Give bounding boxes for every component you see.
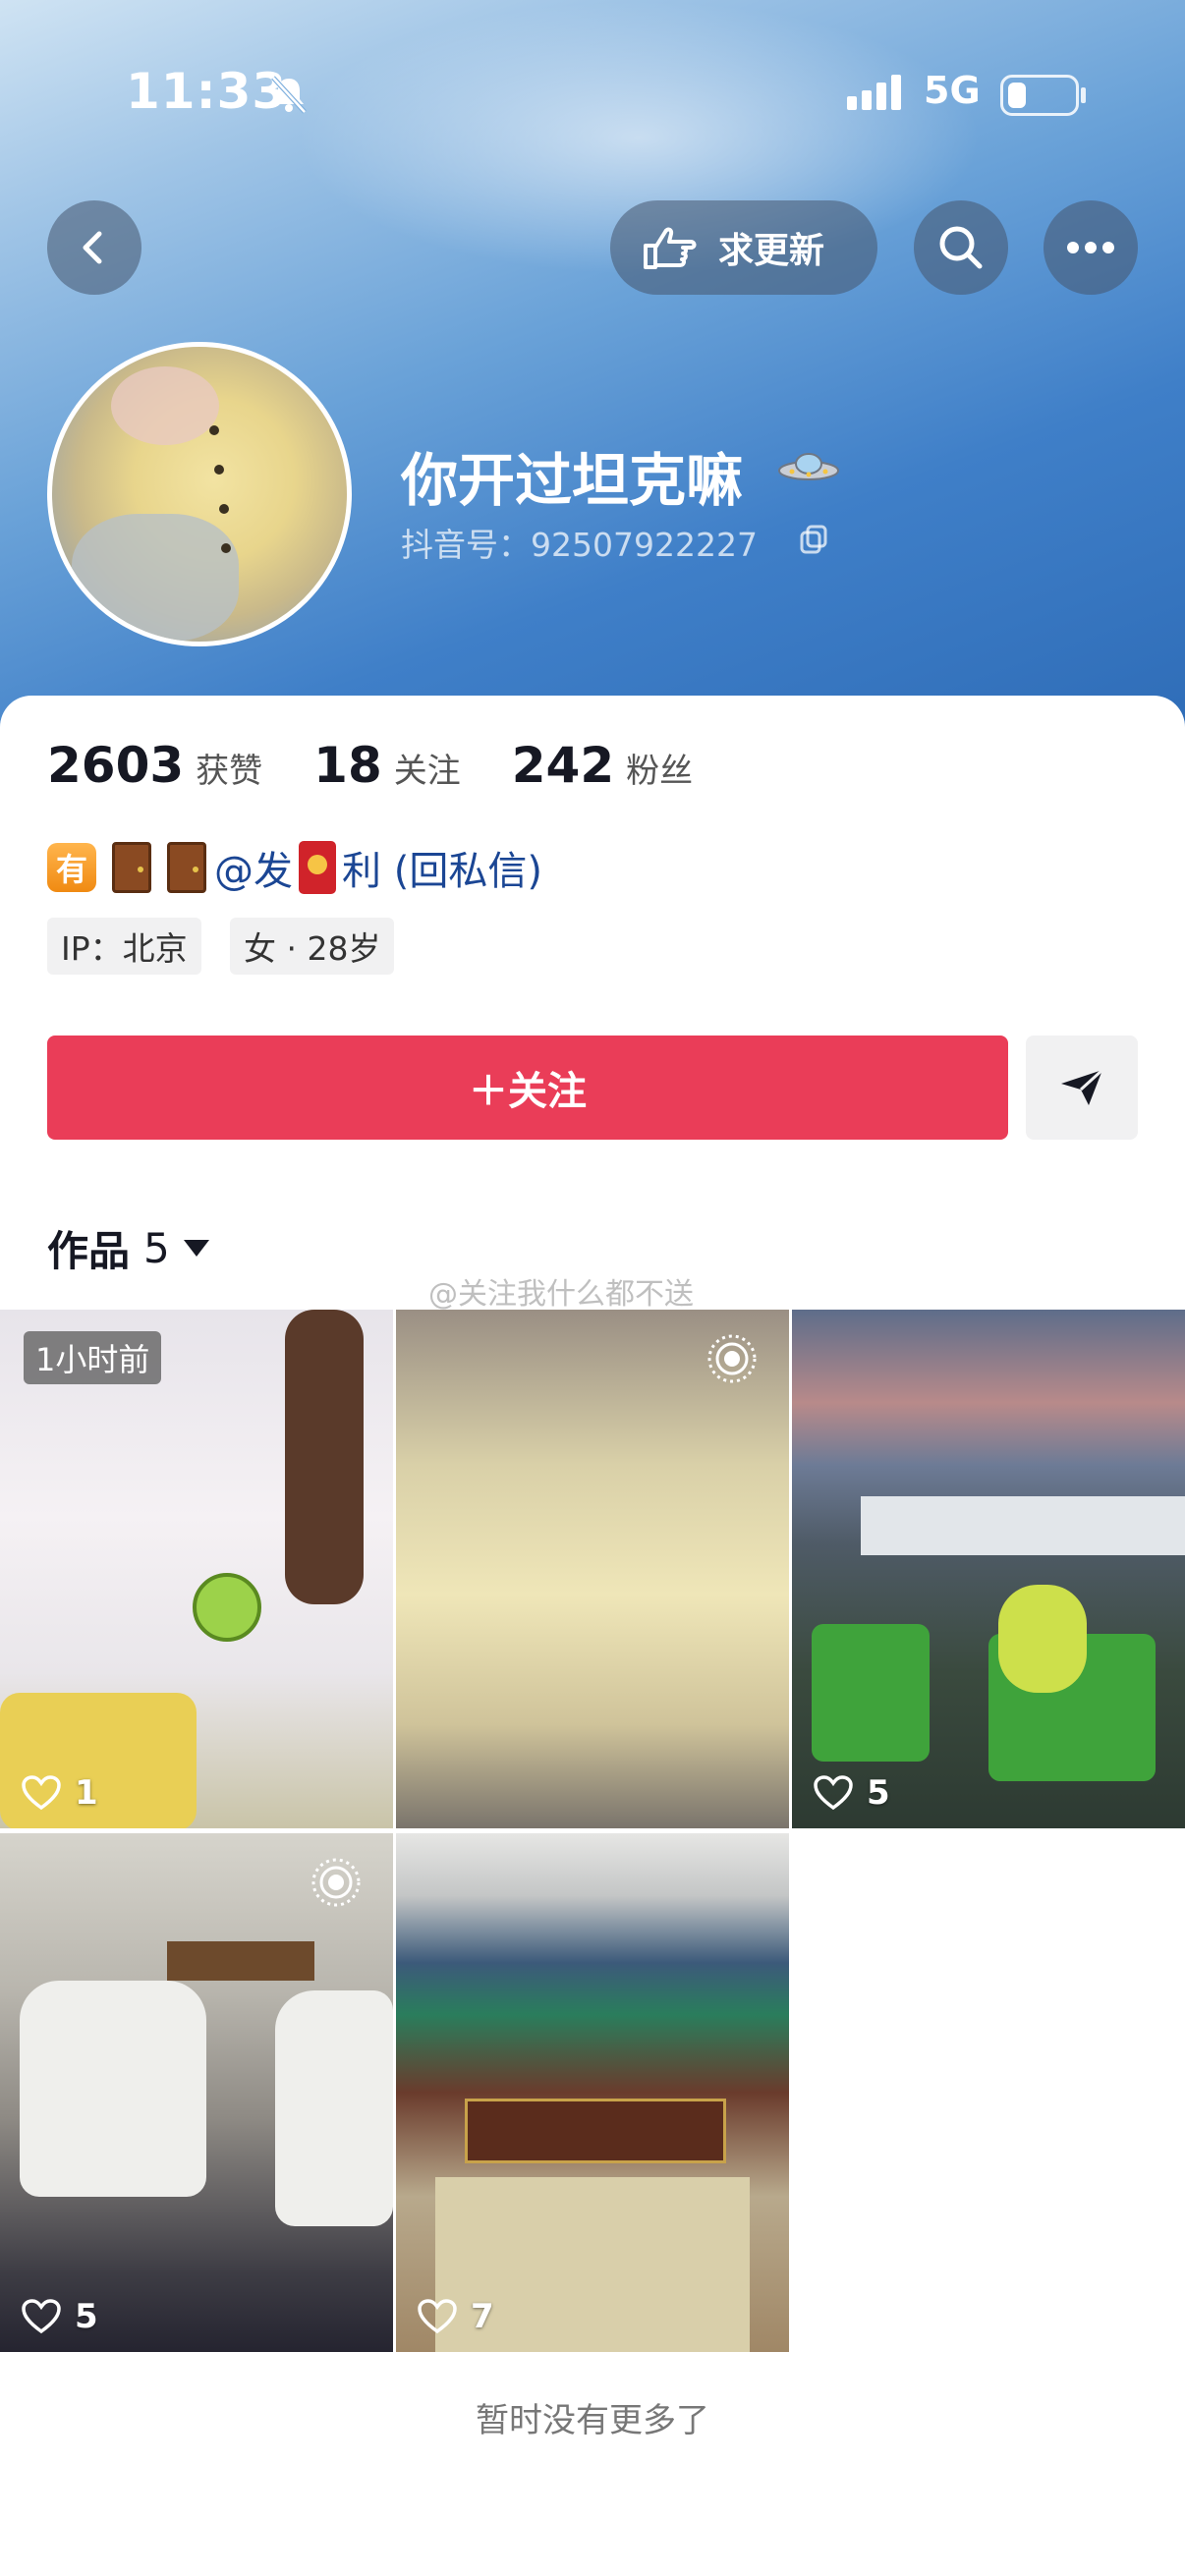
video-thumbnail[interactable]: 5	[0, 1833, 393, 2352]
caret-down-icon	[183, 1240, 209, 1257]
video-like-count: 5	[867, 1773, 890, 1813]
red-envelope-icon	[299, 841, 336, 894]
door-icon	[167, 842, 206, 893]
heart-icon	[418, 2299, 457, 2334]
stat-value: 242	[511, 737, 615, 794]
stat-label: 关注	[393, 752, 461, 791]
silent-bell-icon	[271, 76, 307, 114]
video-like-count: 1	[75, 1773, 98, 1813]
stat-value: 2603	[47, 737, 185, 794]
status-time: 11:33	[126, 63, 288, 120]
video-likes: 5	[814, 1773, 890, 1813]
bio: 有 @发 利 (回私信)	[47, 837, 542, 898]
video-likes: 1	[22, 1773, 98, 1813]
follow-button[interactable]: ＋关注	[47, 1036, 1008, 1140]
account-id: 抖音号：92507922227	[401, 526, 758, 564]
request-update-label: 求更新	[718, 231, 825, 271]
battery-icon	[1000, 75, 1086, 116]
video-thumbnail[interactable]	[396, 1310, 789, 1828]
message-button[interactable]	[1026, 1036, 1138, 1140]
video-thumbnail[interactable]: 7	[396, 1833, 789, 2352]
request-update-button[interactable]: 求更新	[610, 200, 877, 295]
stat-following[interactable]: 18 关注	[313, 737, 461, 794]
watermark: @关注我什么都不送	[428, 1277, 694, 1312]
time-badge: 1小时前	[24, 1331, 162, 1384]
signal-icon	[847, 75, 906, 110]
more-button[interactable]	[1044, 200, 1138, 295]
video-thumbnail[interactable]: 1小时前 1	[0, 1310, 393, 1828]
copy-icon[interactable]	[798, 523, 829, 554]
status-bar: 11:33 5G	[0, 59, 1185, 128]
profile-name: 你开过坦克嘛	[401, 447, 744, 514]
works-tab[interactable]: 作品 5	[47, 1218, 209, 1278]
bio-text-part2: 利 (回私信)	[342, 849, 542, 894]
stat-label: 粉丝	[626, 752, 694, 791]
search-icon	[939, 226, 983, 269]
works-label: 作品	[47, 1227, 131, 1275]
video-likes: 5	[22, 2297, 98, 2336]
you-emoji-icon: 有	[47, 843, 96, 892]
heart-icon	[22, 2299, 61, 2334]
video-thumbnail[interactable]: 5	[792, 1310, 1185, 1828]
back-button[interactable]	[47, 200, 141, 295]
door-icon	[112, 842, 151, 893]
heart-icon	[22, 1775, 61, 1811]
ip-tag: IP：北京	[47, 918, 201, 975]
no-more-content-text: 暂时没有更多了	[476, 2401, 709, 2440]
network-type: 5G	[924, 69, 981, 112]
ufo-icon	[778, 453, 839, 480]
search-button[interactable]	[914, 200, 1008, 295]
more-dots-icon	[1067, 242, 1114, 253]
heart-icon	[814, 1775, 853, 1811]
send-icon	[1061, 1068, 1104, 1105]
profile-stats: 2603 获赞 18 关注 242 粉丝	[47, 737, 744, 794]
live-photo-icon	[707, 1334, 757, 1383]
video-like-count: 7	[471, 2297, 494, 2336]
chevron-left-icon	[83, 231, 102, 264]
avatar[interactable]	[47, 342, 352, 646]
gender-age-tag: 女 · 28岁	[230, 918, 395, 975]
stat-likes[interactable]: 2603 获赞	[47, 737, 262, 794]
video-likes: 7	[418, 2297, 494, 2336]
video-like-count: 5	[75, 2297, 98, 2336]
stat-value: 18	[313, 737, 382, 794]
stat-label: 获赞	[196, 752, 263, 791]
bio-text-part1[interactable]: @发	[214, 839, 293, 896]
stat-followers[interactable]: 242 粉丝	[512, 737, 693, 794]
live-photo-icon	[311, 1858, 361, 1907]
works-count: 5	[143, 1224, 170, 1272]
hand-point-icon	[644, 227, 697, 269]
